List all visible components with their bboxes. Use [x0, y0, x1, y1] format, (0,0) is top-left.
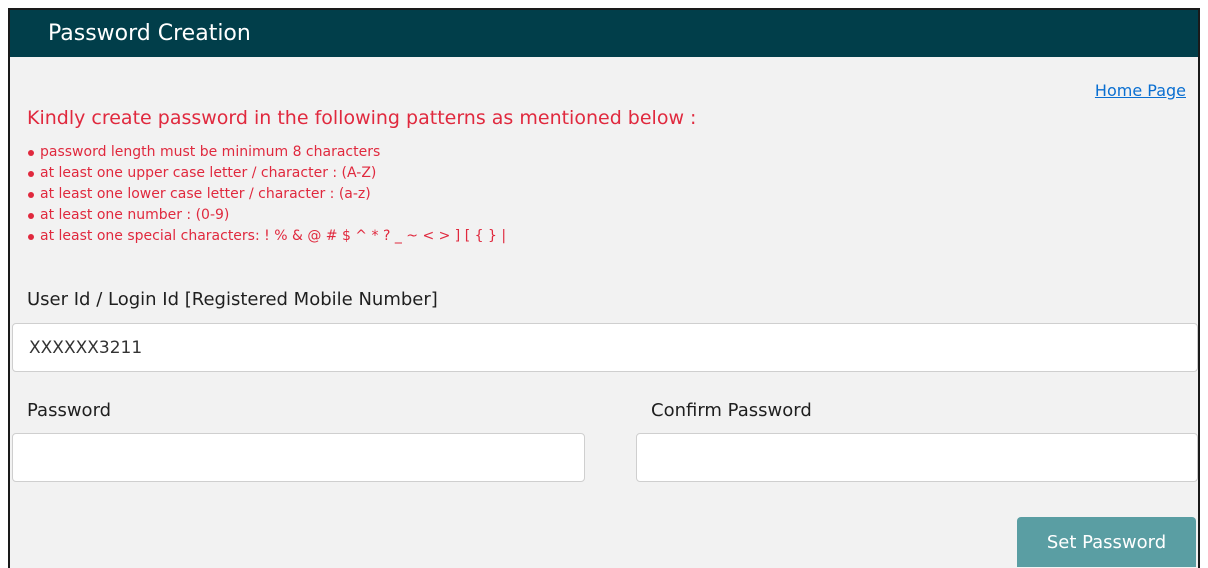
rule-text: at least one lower case letter / charact…	[40, 186, 371, 202]
password-rule-uppercase: at least one upper case letter / charact…	[28, 163, 506, 184]
bullet-icon	[28, 150, 34, 156]
home-page-link[interactable]: Home Page	[1095, 81, 1186, 101]
bullet-icon	[28, 213, 34, 219]
password-rule-number: at least one number : (0-9)	[28, 205, 506, 226]
rule-text: password length must be minimum 8 charac…	[40, 144, 381, 160]
panel-header: Password Creation	[10, 10, 1198, 57]
rule-text: at least one special characters: ! % & @…	[40, 228, 507, 244]
password-rule-special: at least one special characters: ! % & @…	[28, 226, 506, 247]
bullet-icon	[28, 234, 34, 240]
password-input[interactable]	[12, 433, 585, 482]
confirm-password-label: Confirm Password	[651, 400, 812, 421]
user-id-label: User Id / Login Id [Registered Mobile Nu…	[27, 289, 438, 310]
page-title: Password Creation	[48, 21, 251, 46]
confirm-password-input[interactable]	[636, 433, 1198, 482]
instructions-heading: Kindly create password in the following …	[27, 107, 697, 129]
rule-text: at least one number : (0-9)	[40, 207, 230, 223]
bullet-icon	[28, 171, 34, 177]
password-rules-list: password length must be minimum 8 charac…	[28, 142, 506, 247]
password-rule-min-length: password length must be minimum 8 charac…	[28, 142, 506, 163]
password-rule-lowercase: at least one lower case letter / charact…	[28, 184, 506, 205]
bullet-icon	[28, 192, 34, 198]
password-creation-panel: Password Creation Home Page Kindly creat…	[8, 8, 1200, 568]
password-label: Password	[27, 400, 112, 421]
user-id-input[interactable]	[12, 323, 1198, 372]
rule-text: at least one upper case letter / charact…	[40, 165, 377, 181]
